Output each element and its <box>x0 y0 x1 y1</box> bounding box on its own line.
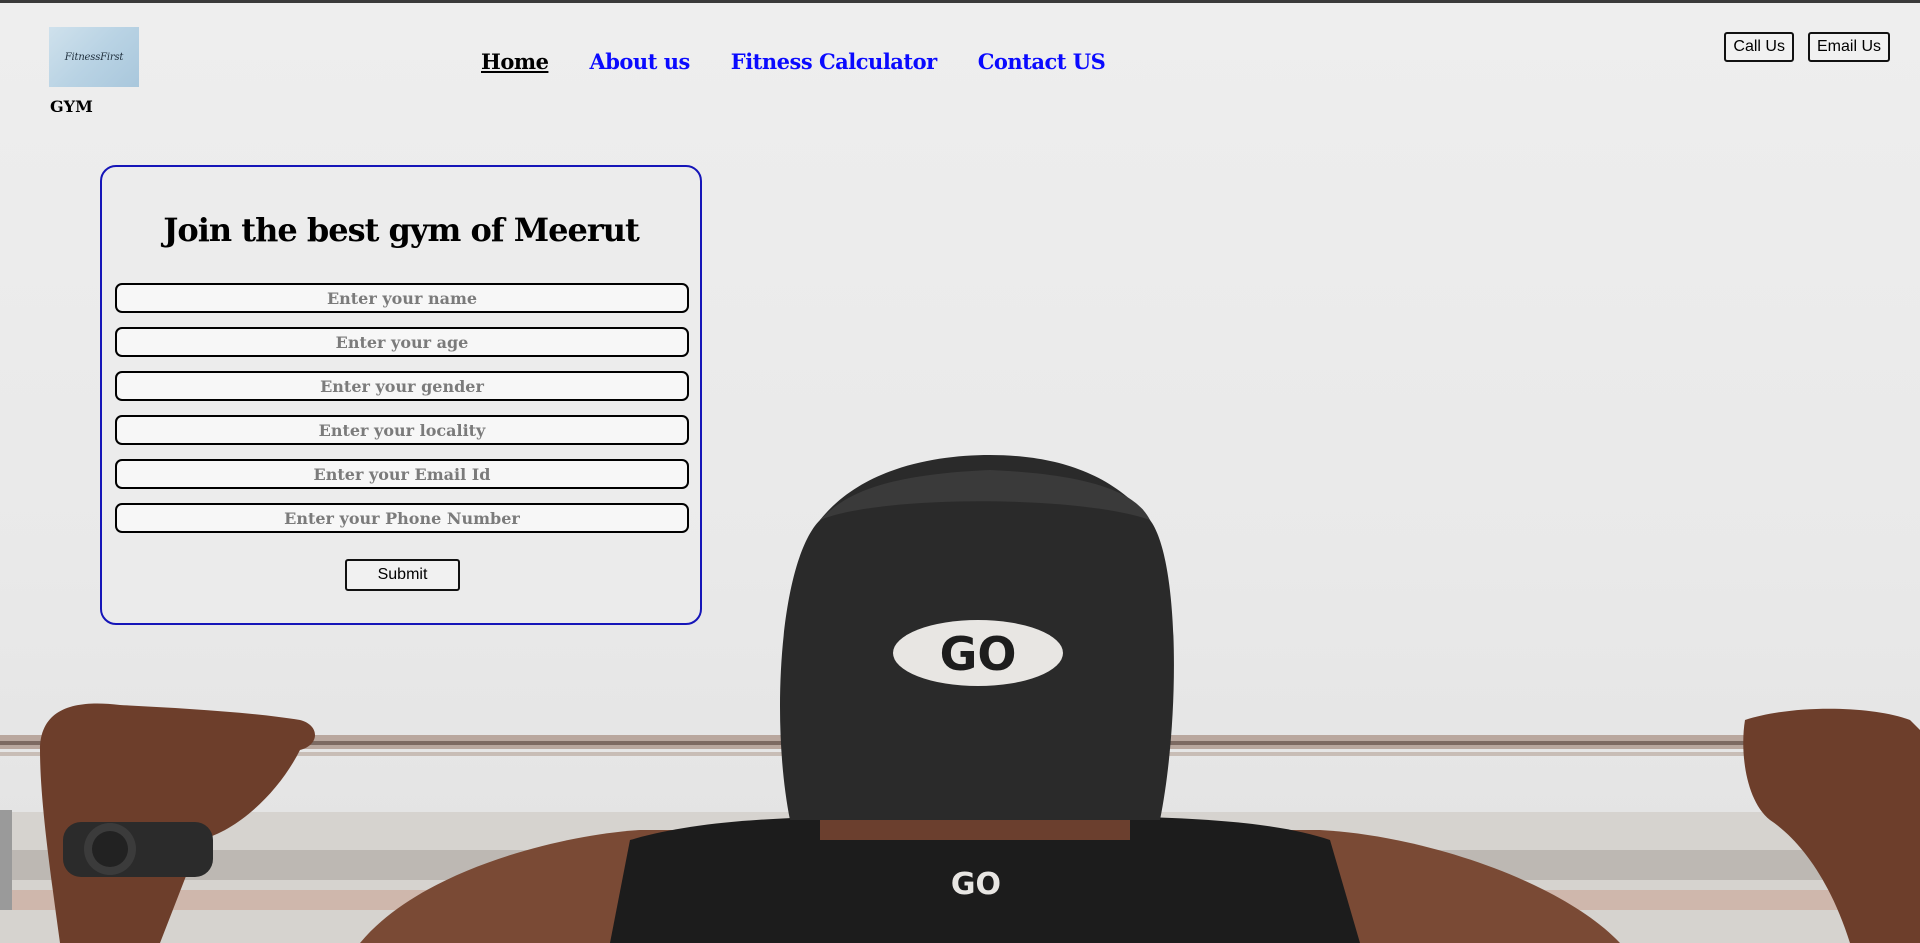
cap-logo: GO <box>940 627 1017 681</box>
shirt-logo: GO <box>951 867 1001 902</box>
contact-buttons: Call Us Email Us <box>1724 32 1890 62</box>
nav-fitness-calculator[interactable]: Fitness Calculator <box>731 49 937 74</box>
join-form-card: Join the best gym of Meerut Submit <box>100 165 702 625</box>
main-nav: Home About us Fitness Calculator Contact… <box>481 49 1106 74</box>
name-field[interactable] <box>115 283 689 313</box>
email-field[interactable] <box>115 459 689 489</box>
logo[interactable]: FitnessFirst <box>49 27 139 87</box>
locality-field[interactable] <box>115 415 689 445</box>
gender-field[interactable] <box>115 371 689 401</box>
form-title: Join the best gym of Meerut <box>163 211 640 249</box>
brand-name: GYM <box>50 97 93 116</box>
nav-home[interactable]: Home <box>481 49 549 74</box>
logo-text: FitnessFirst <box>64 51 124 63</box>
email-us-button[interactable]: Email Us <box>1807 32 1890 62</box>
form-fields <box>115 283 689 533</box>
age-field[interactable] <box>115 327 689 357</box>
call-us-button[interactable]: Call Us <box>1724 32 1794 62</box>
nav-about-us[interactable]: About us <box>589 49 690 74</box>
submit-button[interactable]: Submit <box>345 559 460 591</box>
phone-field[interactable] <box>115 503 689 533</box>
nav-contact-us[interactable]: Contact US <box>978 49 1106 74</box>
